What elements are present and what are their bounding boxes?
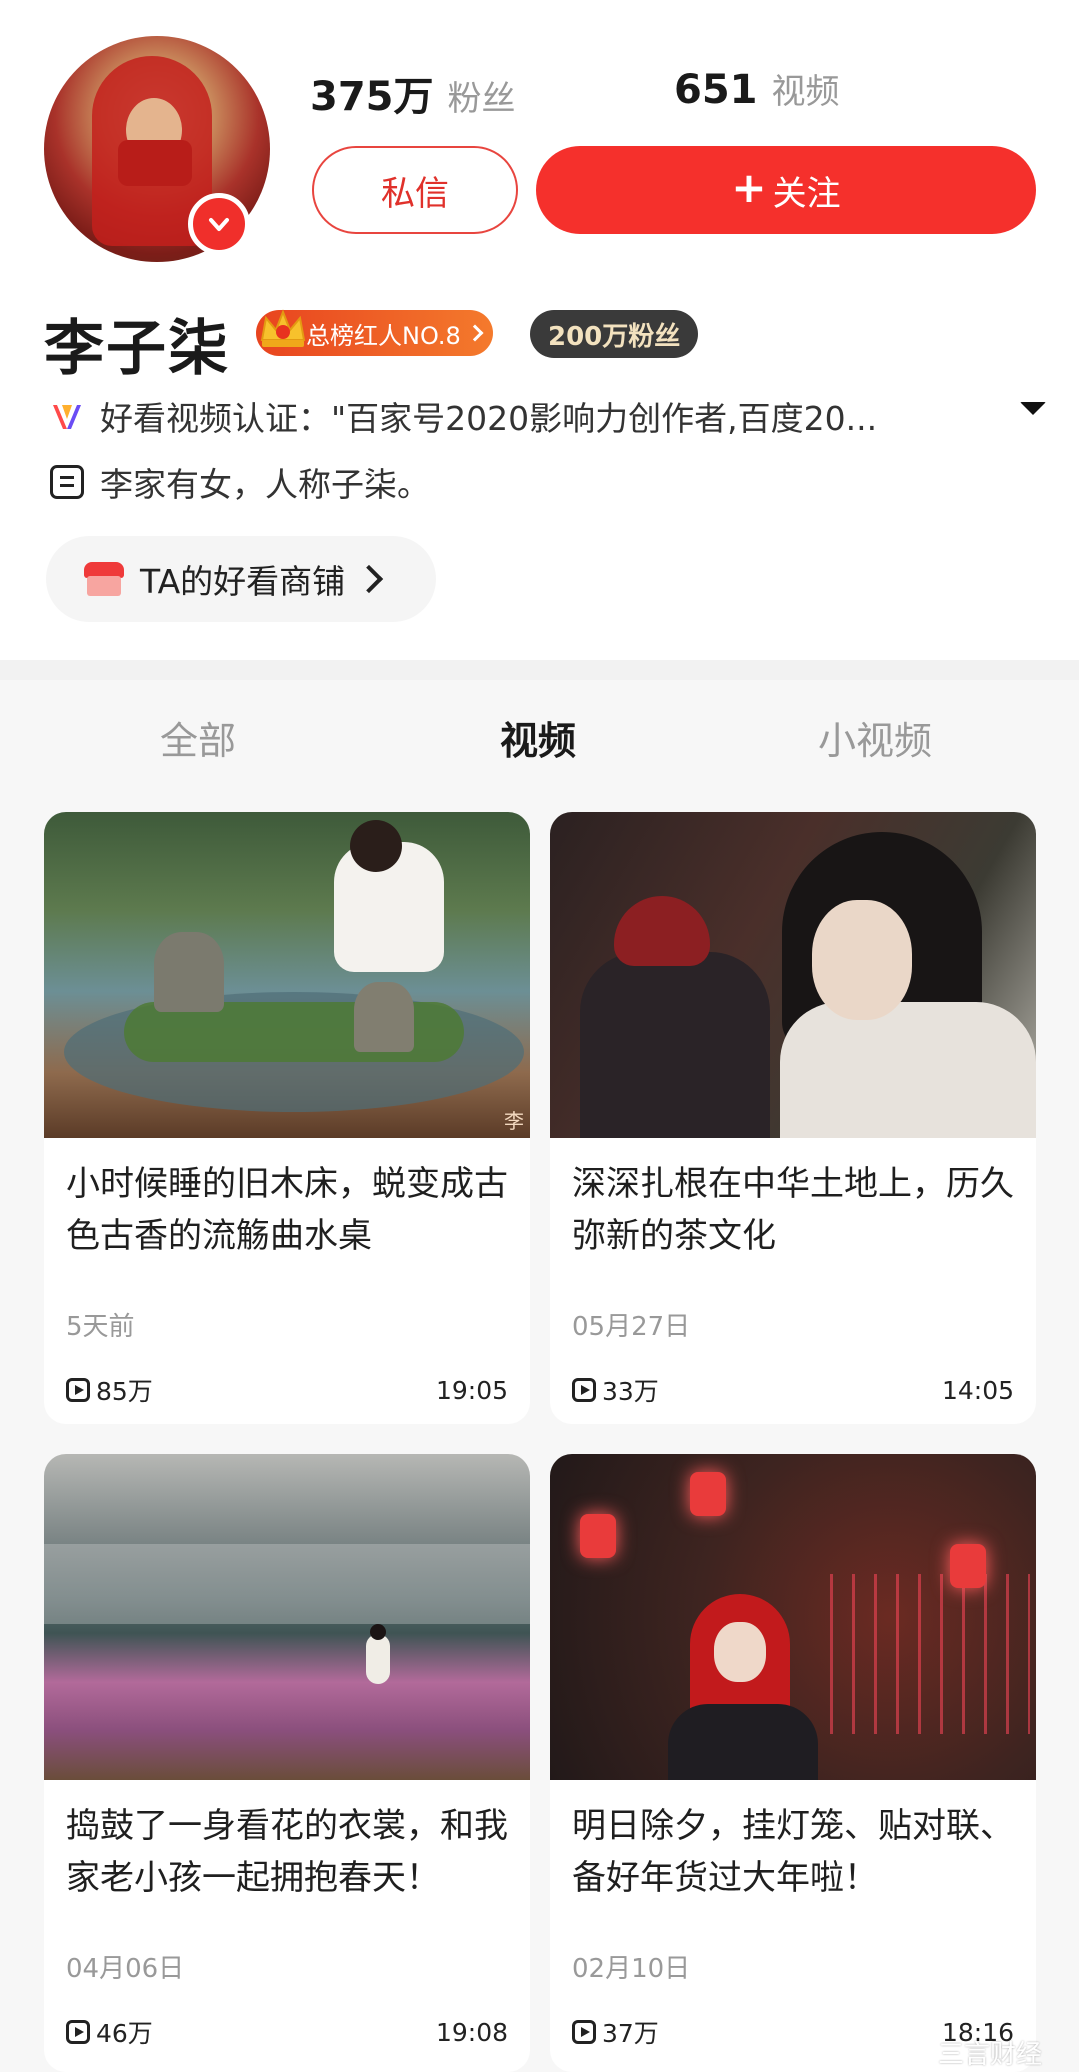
video-card[interactable]: 捣鼓了一身看花的衣裳，和我家老小孩一起拥抱春天！ 04月06日 46万 19:0… xyxy=(44,1454,530,2072)
video-date: 05月27日 xyxy=(572,1312,691,1342)
video-title[interactable]: 捣鼓了一身看花的衣裳，和我家老小孩一起拥抱春天！ xyxy=(66,1800,516,1904)
bio-text: 李家有女，人称子柒。 xyxy=(100,465,430,504)
video-meta: 46万 19:08 xyxy=(66,2014,508,2050)
certification-text: 好看视频认证："百家号2020影响力创作者,百度20... xyxy=(100,399,878,438)
video-card[interactable]: 李 小时候睡的旧木床，蜕变成古色古香的流觞曲水桌 5天前 85万 19:05 xyxy=(44,812,530,1424)
play-icon xyxy=(572,2020,596,2044)
video-date: 02月10日 xyxy=(572,1954,691,1984)
videos-count: 651 xyxy=(674,67,758,113)
verified-v-icon xyxy=(188,193,250,255)
chevron-right-icon xyxy=(466,324,484,342)
wechat-icon xyxy=(896,2039,930,2066)
certification-row[interactable]: 好看视频认证："百家号2020影响力创作者,百度20... xyxy=(50,392,1050,440)
video-thumbnail[interactable] xyxy=(550,812,1036,1138)
bio-row: 李家有女，人称子柒。 xyxy=(50,458,430,506)
video-duration: 19:08 xyxy=(435,2017,508,2047)
video-section: 全部 视频 小视频 李 小时候睡的旧木床，蜕变成古色古香的流觞曲水桌 5天前 8… xyxy=(0,680,1079,2072)
chevron-right-icon xyxy=(355,564,384,594)
video-thumbnail[interactable] xyxy=(44,1454,530,1780)
plus-icon: + xyxy=(731,163,767,212)
tab-videos[interactable]: 视频 xyxy=(500,710,576,765)
follow-button[interactable]: + 关注 xyxy=(536,146,1036,234)
profile-name: 李子柒 xyxy=(44,314,230,384)
crown-icon xyxy=(260,309,306,347)
play-count: 46万 xyxy=(96,2019,153,2048)
video-date: 5天前 xyxy=(66,1312,135,1342)
doc-icon xyxy=(50,465,84,499)
watermark: 三言财经 xyxy=(896,2034,1042,2071)
thumbnail-mark: 李 xyxy=(504,1109,524,1133)
tab-short-videos[interactable]: 小视频 xyxy=(818,710,932,765)
play-count: 33万 xyxy=(602,1377,659,1406)
video-duration: 19:05 xyxy=(435,1375,508,1405)
tab-all[interactable]: 全部 xyxy=(160,710,236,765)
play-icon xyxy=(66,2020,90,2044)
rank-badge[interactable]: 总榜红人NO.8 xyxy=(256,309,493,356)
fans-count: 375万 xyxy=(310,74,434,120)
haokan-v-icon xyxy=(53,405,81,429)
shop-button[interactable]: TA的好看商铺 xyxy=(46,536,436,622)
watermark-text: 三言财经 xyxy=(938,2040,1043,2070)
video-title[interactable]: 深深扎根在中华土地上，历久弥新的茶文化 xyxy=(572,1158,1022,1262)
video-meta: 33万 14:05 xyxy=(572,1372,1014,1408)
video-thumbnail[interactable] xyxy=(550,1454,1036,1780)
rank-badge-label: 总榜红人NO.8 xyxy=(306,321,461,350)
videos-stat[interactable]: 651 视频 xyxy=(674,64,840,113)
video-thumbnail[interactable]: 李 xyxy=(44,812,530,1138)
expand-arrow-icon[interactable] xyxy=(1020,402,1046,415)
play-icon xyxy=(572,1378,596,1402)
shop-label: TA的好看商铺 xyxy=(140,562,346,601)
video-title[interactable]: 明日除夕，挂灯笼、贴对联、备好年货过大年啦！ xyxy=(572,1800,1022,1904)
fans-stat[interactable]: 375万 粉丝 xyxy=(310,64,516,122)
section-divider xyxy=(0,660,1079,680)
follow-label: 关注 xyxy=(772,173,841,214)
video-card[interactable]: 明日除夕，挂灯笼、贴对联、备好年货过大年啦！ 02月10日 37万 18:16 xyxy=(550,1454,1036,2072)
play-count: 85万 xyxy=(96,1377,153,1406)
shop-icon xyxy=(84,562,124,596)
tab-bar: 全部 视频 小视频 xyxy=(0,680,1079,800)
message-button[interactable]: 私信 xyxy=(312,146,518,234)
play-count: 37万 xyxy=(602,2019,659,2048)
profile-header: 375万 粉丝 651 视频 私信 + 关注 李子柒 总榜红人NO.8 200万… xyxy=(0,0,1079,660)
fans-milestone-badge: 200万粉丝 xyxy=(530,310,699,358)
fans-label: 粉丝 xyxy=(447,79,516,119)
video-meta: 85万 19:05 xyxy=(66,1372,508,1408)
videos-label: 视频 xyxy=(771,72,840,112)
video-card[interactable]: 深深扎根在中华土地上，历久弥新的茶文化 05月27日 33万 14:05 xyxy=(550,812,1036,1424)
video-title[interactable]: 小时候睡的旧木床，蜕变成古色古香的流觞曲水桌 xyxy=(66,1158,516,1262)
video-date: 04月06日 xyxy=(66,1954,185,1984)
video-duration: 14:05 xyxy=(941,1375,1014,1405)
play-icon xyxy=(66,1378,90,1402)
